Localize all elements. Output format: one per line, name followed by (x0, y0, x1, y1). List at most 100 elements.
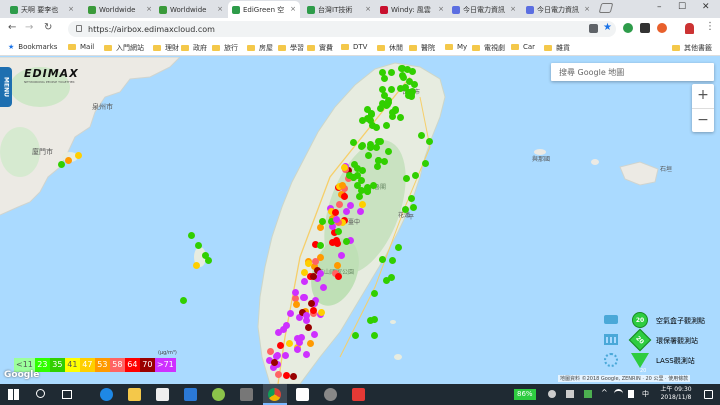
zoom-in-button[interactable]: + (692, 84, 714, 108)
close-window-button[interactable]: ✕ (702, 2, 710, 12)
bookmarks-apps[interactable]: ★ Bookmarks (8, 43, 57, 51)
edge-icon[interactable] (100, 388, 113, 401)
map-view[interactable]: 泉州市 廈門市 台北市 石垣 太魯閣 玉山國家公園 臺中 花蓮 與那國 平 ME… (0, 57, 720, 384)
tray-icon[interactable] (548, 390, 556, 398)
browser-tab[interactable]: 今日電力資訊 × (448, 1, 520, 18)
zoom-out-button[interactable]: − (692, 108, 714, 132)
translate-icon[interactable] (589, 24, 598, 33)
station-marker[interactable] (402, 175, 410, 183)
bookmark-star-icon[interactable]: ★ (603, 22, 612, 33)
station-marker[interactable] (373, 162, 381, 170)
forward-icon[interactable]: → (25, 22, 33, 33)
bookmark-folder[interactable]: 理財 (153, 43, 179, 53)
station-marker[interactable] (335, 201, 343, 209)
station-marker[interactable] (296, 338, 304, 346)
station-marker[interactable] (370, 289, 378, 297)
new-tab-button[interactable] (598, 3, 614, 13)
extension-icon[interactable] (640, 23, 650, 33)
station-marker[interactable] (349, 174, 357, 182)
browser-tab[interactable]: 天啊 要李也 × (6, 1, 78, 18)
bookmark-folder[interactable]: 休閒 (377, 43, 403, 53)
station-marker[interactable] (383, 276, 391, 284)
map-search-box[interactable]: 搜尋 Google 地圖 (551, 63, 714, 81)
station-marker[interactable] (342, 238, 350, 246)
station-marker[interactable] (368, 121, 376, 129)
input-method-icon[interactable]: 中 (642, 389, 649, 399)
station-marker[interactable] (333, 261, 341, 269)
station-marker[interactable] (332, 216, 340, 224)
browser-tab[interactable]: Worldwide × (155, 1, 227, 18)
station-marker[interactable] (274, 370, 282, 378)
minimize-button[interactable]: – (657, 2, 662, 12)
browser-tab[interactable]: 今日電力資訊 × (522, 1, 594, 18)
wifi-icon[interactable] (614, 389, 623, 398)
station-marker[interactable] (282, 372, 290, 380)
station-marker[interactable] (319, 283, 327, 291)
station-marker[interactable] (346, 202, 354, 210)
volume-icon[interactable] (628, 390, 634, 398)
extension-icon[interactable] (623, 23, 633, 33)
station-marker[interactable] (188, 232, 195, 239)
app-icon[interactable] (240, 388, 253, 401)
clock[interactable]: 上午 09:30 2018/11/8 (654, 386, 698, 402)
store-icon[interactable] (156, 388, 169, 401)
station-marker[interactable] (286, 310, 294, 318)
station-marker[interactable] (338, 182, 346, 190)
browser-tab[interactable]: 台灣IT技術 × (303, 1, 375, 18)
chevron-up-icon[interactable]: ^ (601, 388, 608, 397)
close-tab-icon[interactable]: × (68, 5, 74, 13)
menu-button[interactable]: MENU (0, 67, 12, 107)
mail-icon[interactable] (296, 388, 309, 401)
station-marker[interactable] (289, 373, 297, 381)
station-marker[interactable] (401, 205, 409, 213)
station-marker[interactable] (384, 100, 392, 108)
tray-icon[interactable] (566, 390, 574, 398)
station-marker[interactable] (388, 257, 396, 265)
station-marker[interactable] (363, 115, 371, 123)
close-tab-icon[interactable]: × (584, 5, 590, 13)
browser-tab[interactable]: EdiGreen 空 × (228, 1, 300, 18)
bookmark-folder[interactable]: 醫院 (409, 43, 435, 53)
maximize-button[interactable]: ☐ (678, 2, 686, 12)
browser-tab[interactable]: Worldwide × (84, 1, 156, 18)
station-marker[interactable] (367, 143, 375, 151)
station-marker[interactable] (310, 306, 318, 314)
station-marker[interactable] (302, 350, 310, 358)
close-tab-icon[interactable]: × (438, 5, 444, 13)
station-marker[interactable] (195, 242, 202, 249)
defender-icon[interactable] (184, 388, 197, 401)
tray-icon[interactable] (584, 390, 592, 398)
station-marker[interactable] (75, 152, 82, 159)
station-marker[interactable] (369, 182, 377, 190)
bookmark-folder[interactable]: 學習 (278, 43, 304, 53)
bookmark-folder[interactable]: My (445, 43, 467, 51)
station-marker[interactable] (387, 85, 395, 93)
station-marker[interactable] (331, 209, 339, 217)
station-marker[interactable] (317, 241, 325, 249)
bookmark-folder[interactable]: 雜貨 (544, 43, 570, 53)
bookmark-folder[interactable]: 實費 (307, 43, 333, 53)
station-marker[interactable] (193, 262, 200, 269)
notification-icon[interactable] (704, 390, 713, 399)
station-marker[interactable] (307, 339, 315, 347)
station-marker[interactable] (357, 207, 365, 215)
bookmark-folder[interactable]: Mail (68, 43, 94, 51)
station-marker[interactable] (317, 269, 325, 277)
close-tab-icon[interactable]: × (217, 5, 223, 13)
station-marker[interactable] (351, 332, 359, 340)
app-icon[interactable] (352, 388, 365, 401)
station-marker[interactable] (285, 339, 293, 347)
station-marker[interactable] (334, 272, 342, 280)
station-marker[interactable] (291, 288, 299, 296)
station-marker[interactable] (65, 157, 72, 164)
bookmark-folder[interactable]: DTV (341, 43, 367, 51)
station-marker[interactable] (412, 171, 420, 179)
close-tab-icon[interactable]: × (290, 5, 296, 13)
bookmark-folder[interactable]: 旅行 (212, 43, 238, 53)
station-marker[interactable] (384, 147, 392, 155)
extension-icon[interactable] (657, 23, 667, 33)
bookmark-folder[interactable]: Car (511, 43, 535, 51)
bookmark-folder[interactable]: 入門網站 (104, 43, 144, 53)
station-marker[interactable] (293, 300, 301, 308)
battery-indicator[interactable]: 86% (514, 389, 536, 400)
